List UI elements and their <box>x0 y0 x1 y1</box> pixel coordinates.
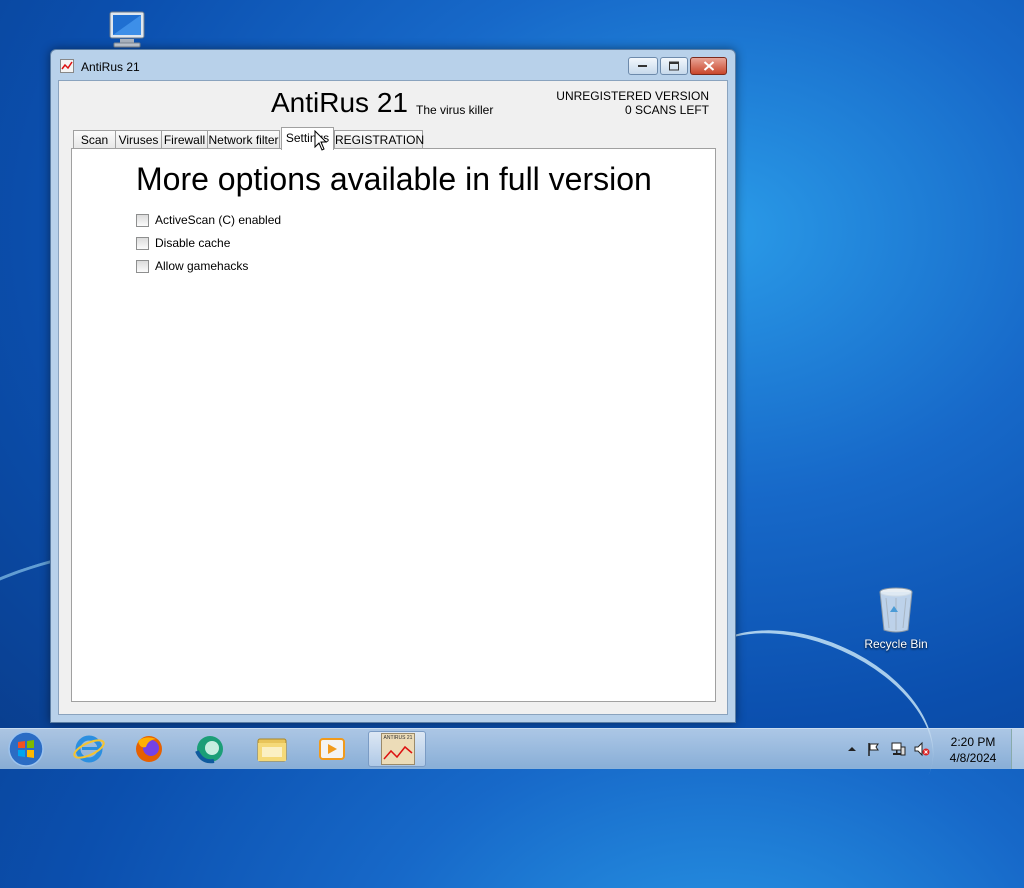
computer-desktop-icon[interactable] <box>100 10 156 50</box>
registration-status-text: UNREGISTERED VERSION <box>556 89 709 103</box>
network-icon[interactable] <box>890 741 906 757</box>
scans-left-text: 0 SCANS LEFT <box>624 103 709 117</box>
close-button[interactable] <box>690 57 727 75</box>
edge-taskbar-button[interactable] <box>182 731 238 767</box>
taskbar: ANTIRUS 21 2:20 PM 4/8/2024 <box>0 728 1024 769</box>
internet-explorer-taskbar-button[interactable] <box>62 731 118 767</box>
app-name: AntiRus 21 <box>271 87 408 118</box>
minimize-icon <box>638 65 647 67</box>
allow-gamehacks-checkbox[interactable] <box>136 260 149 273</box>
allow-gamehacks-label[interactable]: Allow gamehacks <box>155 259 248 273</box>
internet-explorer-icon <box>73 735 105 763</box>
maximize-icon <box>669 61 679 71</box>
clock-date: 4/8/2024 <box>949 751 997 765</box>
show-hidden-icons-icon[interactable] <box>844 741 860 757</box>
minimize-button[interactable] <box>628 57 658 75</box>
disable-cache-label[interactable]: Disable cache <box>155 236 230 250</box>
antirus-taskbar-button[interactable]: ANTIRUS 21 <box>368 731 426 767</box>
tab-firewall[interactable]: Firewall <box>161 130 208 149</box>
close-icon <box>703 61 714 71</box>
folder-icon <box>257 738 287 762</box>
activescan-label[interactable]: ActiveScan (C) enabled <box>155 213 281 227</box>
media-player-icon <box>319 738 345 760</box>
app-icon <box>60 59 74 73</box>
app-tagline: The virus killer <box>416 103 494 117</box>
maximize-button[interactable] <box>660 57 688 75</box>
settings-panel: More options available in full version A… <box>71 148 716 702</box>
settings-heading: More options available in full version <box>136 161 652 197</box>
action-center-flag-icon[interactable] <box>866 741 882 757</box>
window-client-area: AntiRus 21 The virus killer UNREGISTERED… <box>58 80 728 715</box>
tab-network-filter[interactable]: Network filter <box>207 130 280 149</box>
title-bar[interactable]: AntiRus 21 <box>51 50 735 80</box>
tab-viruses[interactable]: Viruses <box>115 130 162 149</box>
clock-time: 2:20 PM <box>950 735 996 749</box>
activescan-checkbox[interactable] <box>136 214 149 227</box>
computer-icon <box>109 11 145 48</box>
antirus-window: AntiRus 21 AntiRus 21 The virus killer U… <box>50 49 736 723</box>
registration-status: UNREGISTERED VERSION 0 SCANS LEFT <box>556 89 709 117</box>
windows-logo-icon <box>8 731 44 767</box>
firefox-taskbar-button[interactable] <box>122 731 178 767</box>
mouse-cursor-icon <box>314 130 328 151</box>
show-desktop-button[interactable] <box>1011 729 1024 769</box>
recycle-bin-icon <box>879 587 913 633</box>
file-explorer-taskbar-button[interactable] <box>244 731 300 767</box>
firefox-icon <box>136 736 162 762</box>
media-player-taskbar-button[interactable] <box>304 731 360 767</box>
recycle-bin-label: Recycle Bin <box>864 637 928 651</box>
disable-cache-checkbox[interactable] <box>136 237 149 250</box>
recycle-bin-desktop-icon[interactable]: Recycle Bin <box>856 586 936 651</box>
antirus-taskbar-label: ANTIRUS 21 <box>383 735 413 741</box>
system-clock[interactable]: 2:20 PM 4/8/2024 <box>938 734 1008 766</box>
start-button[interactable] <box>6 730 46 768</box>
edge-icon <box>195 736 223 764</box>
tab-registration[interactable]: REGISTRATION <box>334 130 424 149</box>
window-title: AntiRus 21 <box>81 60 140 74</box>
tab-scan[interactable]: Scan <box>73 130 116 149</box>
volume-muted-icon[interactable] <box>914 741 930 757</box>
